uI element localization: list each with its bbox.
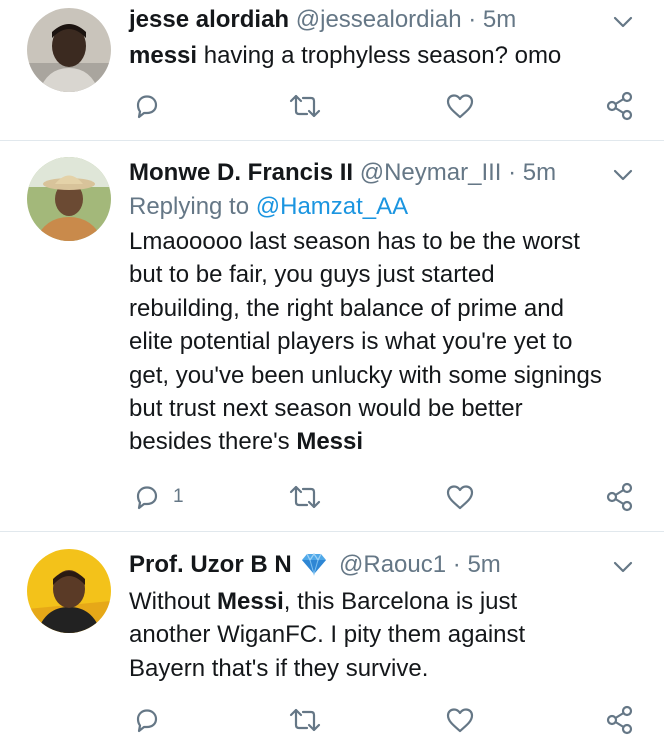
reply-button[interactable] [133,703,161,737]
replying-to-label: Replying to [129,193,250,220]
share-icon [606,91,633,121]
bold-text: Messi [217,588,284,615]
text-line: besides there's Messi [129,425,644,458]
separator-dot: · [468,6,477,33]
reply-button[interactable] [133,89,161,123]
text-line: Without Messi, this Barcelona is just [129,585,644,618]
text-line: elite potential players is what you're y… [129,328,573,356]
heart-icon [446,485,474,510]
chevron-down-icon[interactable] [612,556,634,578]
tweet-actions: 1 [129,480,644,514]
retweet-button[interactable] [288,89,322,123]
replying-to-handle[interactable]: @Hamzat_AA [256,193,408,220]
reply-button[interactable]: 1 [133,480,184,514]
avatar[interactable] [27,157,111,241]
share-icon [606,705,633,735]
chevron-down-icon[interactable] [612,11,634,33]
user-handle[interactable]: @Raouc1 [339,551,446,578]
text-segment: , this Barcelona is just [283,588,518,615]
separator-dot: · [508,159,517,186]
like-button[interactable] [445,89,475,123]
share-button[interactable] [605,703,635,737]
like-button[interactable] [445,480,475,514]
avatar[interactable] [27,8,111,92]
text-line: rebuilding, the right balance of prime a… [129,294,564,322]
tweet-text: Without Messi, this Barcelona is just an… [129,585,644,685]
bold-text: messi [129,42,198,69]
text-line: get, you've been unlucky with some signi… [129,361,602,389]
display-name[interactable]: jesse alordiah [129,6,289,33]
tweet-header: Prof. Uzor B N @Raouc1 · 5m [129,550,644,584]
text-line: Lmaooooo last season has to be the worst [129,228,580,255]
tweet-text: Lmaooooo last season has to be the worst… [129,225,644,459]
display-name[interactable]: Monwe D. Francis II [129,159,353,186]
timestamp[interactable]: 5m [483,6,516,33]
avatar[interactable] [27,549,111,633]
display-name[interactable]: Prof. Uzor B N [129,551,292,578]
text-line: Bayern that's if they survive. [129,654,429,682]
diamond-emoji-icon [300,552,328,584]
tweet-actions [129,89,644,123]
retweet-button[interactable] [288,480,322,514]
reply-icon [136,95,158,119]
timestamp[interactable]: 5m [523,159,556,186]
tweet-actions [129,703,644,737]
separator-dot: · [452,551,461,578]
reply-icon [136,486,158,510]
replying-to: Replying to @Hamzat_AA [129,192,644,222]
share-button[interactable] [605,89,635,123]
tweet-1[interactable]: jesse alordiah @jessealordiah · 5m messi… [0,0,664,141]
tweet-header: jesse alordiah @jessealordiah · 5m [129,5,644,35]
reply-count: 1 [173,486,184,507]
tweet-text: messi having a trophyless season? omo [129,39,644,72]
text-line: another WiganFC. I pity them against [129,621,526,649]
reply-icon [136,709,158,733]
tweet-3[interactable]: Prof. Uzor B N @Raouc1 · 5m Without Mess… [0,532,664,735]
tweet-header: Monwe D. Francis II @Neymar_III · 5m [129,158,644,188]
heart-icon [446,708,474,733]
text-line: but trust next season would be better [129,395,523,423]
like-button[interactable] [445,703,475,737]
text-segment: besides there's [129,428,297,456]
heart-icon [446,94,474,119]
share-icon [606,482,633,512]
retweet-button[interactable] [288,703,322,737]
retweet-icon [289,485,321,509]
user-handle[interactable]: @jessealordiah [296,6,462,33]
text-segment: Without [129,588,218,615]
text-line: but to be fair, you guys just started [129,261,495,289]
tweet-2[interactable]: Monwe D. Francis II @Neymar_III · 5m Rep… [0,141,664,532]
user-handle[interactable]: @Neymar_III [360,159,502,186]
retweet-icon [289,94,321,118]
text-segment: having a trophyless season? omo [197,42,562,69]
share-button[interactable] [605,480,635,514]
chevron-down-icon[interactable] [612,164,634,186]
retweet-icon [289,708,321,732]
bold-text: Messi [296,428,364,456]
timestamp[interactable]: 5m [467,551,500,578]
